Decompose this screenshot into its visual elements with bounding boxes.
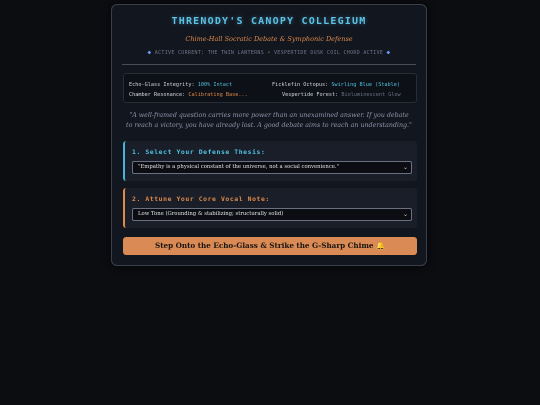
vocal-note-select[interactable]: Low Tone (Grounding & stabilizing; struc… bbox=[132, 208, 412, 221]
forest-value: Bioluminescent Glow bbox=[341, 92, 401, 98]
thesis-selected-value: "Empathy is a physical constant of the u… bbox=[138, 164, 340, 170]
thesis-card: 1. Select Your Defense Thesis: "Empathy … bbox=[123, 141, 417, 181]
echo-glass-value: 100% Intact bbox=[197, 82, 233, 88]
gem-icon: ◆ bbox=[386, 49, 391, 56]
bell-icon: 🔔 bbox=[376, 241, 385, 250]
forest-label: Vespertide Forest: bbox=[282, 92, 339, 98]
header-divider bbox=[122, 64, 416, 65]
ficklefin-value: Swirling Blue (Stable) bbox=[331, 82, 401, 88]
strike-chime-button[interactable]: Step Onto the Echo-Glass & Strike the G-… bbox=[123, 237, 417, 255]
page-subtitle: Chime-Hall Socratic Debate & Symphonic D… bbox=[185, 35, 353, 43]
chevron-down-icon: ⌄ bbox=[402, 164, 408, 171]
chamber-status: Chamber Resonance: Calibrating Base... bbox=[129, 92, 248, 98]
collegium-panel: THRENODY'S CANOPY COLLEGIUM Chime-Hall S… bbox=[111, 4, 427, 266]
gem-icon: ◆ bbox=[147, 49, 152, 56]
ficklefin-status: Ficklefin Octopus: Swirling Blue (Stable… bbox=[272, 82, 400, 88]
status-panel: Echo-Glass Integrity: 100% Intact Fickle… bbox=[123, 73, 417, 103]
active-current-line: ◆ ACTIVE CURRENT: THE TWIN LANTERNS • VE… bbox=[112, 49, 426, 56]
chevron-down-icon: ⌄ bbox=[402, 211, 408, 218]
thesis-select[interactable]: "Empathy is a physical constant of the u… bbox=[132, 161, 412, 174]
ficklefin-label: Ficklefin Octopus: bbox=[272, 82, 329, 88]
strike-chime-label: Step Onto the Echo-Glass & Strike the G-… bbox=[155, 241, 374, 250]
active-current-text: ACTIVE CURRENT: THE TWIN LANTERNS • VESP… bbox=[154, 50, 384, 56]
vocal-note-label: 2. Attune Your Core Vocal Note: bbox=[132, 195, 270, 203]
chamber-label: Chamber Resonance: bbox=[129, 92, 186, 98]
vocal-note-selected-value: Low Tone (Grounding & stabilizing; struc… bbox=[138, 211, 284, 217]
page-title: THRENODY'S CANOPY COLLEGIUM bbox=[171, 16, 367, 27]
chamber-value: Calibrating Base... bbox=[188, 92, 248, 98]
forest-status: Vespertide Forest: Bioluminescent Glow bbox=[282, 92, 401, 98]
philosophy-quote: "A well-framed question carries more pow… bbox=[126, 112, 412, 129]
thesis-label: 1. Select Your Defense Thesis: bbox=[132, 148, 266, 156]
echo-glass-label: Echo-Glass Integrity: bbox=[129, 82, 195, 88]
echo-glass-status: Echo-Glass Integrity: 100% Intact bbox=[129, 82, 232, 88]
vocal-note-card: 2. Attune Your Core Vocal Note: Low Tone… bbox=[123, 188, 417, 228]
